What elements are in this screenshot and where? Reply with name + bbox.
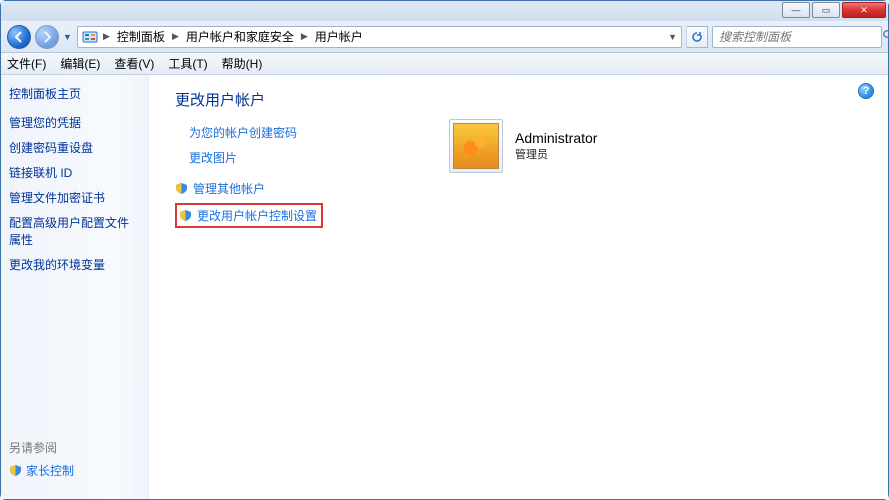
page-title: 更改用户帐户 xyxy=(175,89,868,110)
help-icon[interactable]: ? xyxy=(858,83,874,99)
sidebar-heading[interactable]: 控制面板主页 xyxy=(9,85,140,102)
breadcrumb-item[interactable]: 用户帐户 xyxy=(313,28,365,45)
maximize-button[interactable]: ▭ xyxy=(812,2,840,18)
menu-view[interactable]: 查看(V) xyxy=(114,55,154,72)
task-link-uac-settings[interactable]: 更改用户帐户控制设置 xyxy=(197,207,317,224)
sidebar-link-env-vars[interactable]: 更改我的环境变量 xyxy=(9,256,140,273)
breadcrumb[interactable]: ▶ 控制面板 ▶ 用户帐户和家庭安全 ▶ 用户帐户 ▼ xyxy=(77,26,682,48)
chevron-down-icon[interactable]: ▼ xyxy=(668,32,677,42)
address-bar: ▼ ▶ 控制面板 ▶ 用户帐户和家庭安全 ▶ 用户帐户 ▼ xyxy=(1,21,888,53)
sidebar-link-password-reset[interactable]: 创建密码重设盘 xyxy=(9,139,140,156)
menu-bar: 文件(F) 编辑(E) 查看(V) 工具(T) 帮助(H) xyxy=(1,53,888,75)
sidebar-link-online-id[interactable]: 链接联机 ID xyxy=(9,164,140,181)
chevron-right-icon: ▶ xyxy=(100,31,113,42)
menu-file[interactable]: 文件(F) xyxy=(7,55,46,72)
window-titlebar: — ▭ ✕ xyxy=(1,1,888,21)
highlight-box: 更改用户帐户控制设置 xyxy=(175,203,323,228)
breadcrumb-item[interactable]: 控制面板 xyxy=(115,28,167,45)
refresh-button[interactable] xyxy=(686,26,708,48)
shield-icon xyxy=(179,209,192,222)
menu-help[interactable]: 帮助(H) xyxy=(222,55,263,72)
content-area: ? 更改用户帐户 为您的帐户创建密码 更改图片 管理其他帐户 更改用户帐户控制设… xyxy=(149,75,888,499)
nav-back-button[interactable] xyxy=(7,25,31,49)
search-input[interactable] xyxy=(717,29,878,45)
search-box[interactable] xyxy=(712,26,882,48)
sidebar-see-also: 另请参阅 xyxy=(9,439,140,456)
shield-icon xyxy=(175,182,188,195)
sidebar-link-parental[interactable]: 家长控制 xyxy=(26,462,74,479)
task-link-manage-accounts[interactable]: 管理其他帐户 xyxy=(193,180,265,197)
control-panel-icon xyxy=(82,29,98,45)
sidebar-link-credentials[interactable]: 管理您的凭据 xyxy=(9,114,140,131)
window-buttons: — ▭ ✕ xyxy=(782,2,886,18)
chevron-right-icon: ▶ xyxy=(169,31,182,42)
nav-forward-button[interactable] xyxy=(35,25,59,49)
avatar-frame[interactable] xyxy=(449,119,503,173)
sidebar: 控制面板主页 管理您的凭据 创建密码重设盘 链接联机 ID 管理文件加密证书 配… xyxy=(1,75,149,499)
sidebar-link-efs-certs[interactable]: 管理文件加密证书 xyxy=(9,189,140,206)
menu-edit[interactable]: 编辑(E) xyxy=(60,55,100,72)
avatar-image xyxy=(453,123,499,169)
search-icon[interactable] xyxy=(882,29,889,44)
nav-history-dropdown[interactable]: ▼ xyxy=(63,32,73,42)
minimize-button[interactable]: — xyxy=(782,2,810,18)
account-name: Administrator xyxy=(515,130,597,146)
account-card: Administrator 管理员 xyxy=(449,119,597,173)
account-role: 管理员 xyxy=(515,146,597,162)
shield-icon xyxy=(9,464,22,477)
breadcrumb-item[interactable]: 用户帐户和家庭安全 xyxy=(184,28,296,45)
chevron-right-icon: ▶ xyxy=(298,31,311,42)
close-button[interactable]: ✕ xyxy=(842,2,886,18)
sidebar-link-adv-profile[interactable]: 配置高级用户配置文件属性 xyxy=(9,214,140,248)
menu-tools[interactable]: 工具(T) xyxy=(168,55,207,72)
